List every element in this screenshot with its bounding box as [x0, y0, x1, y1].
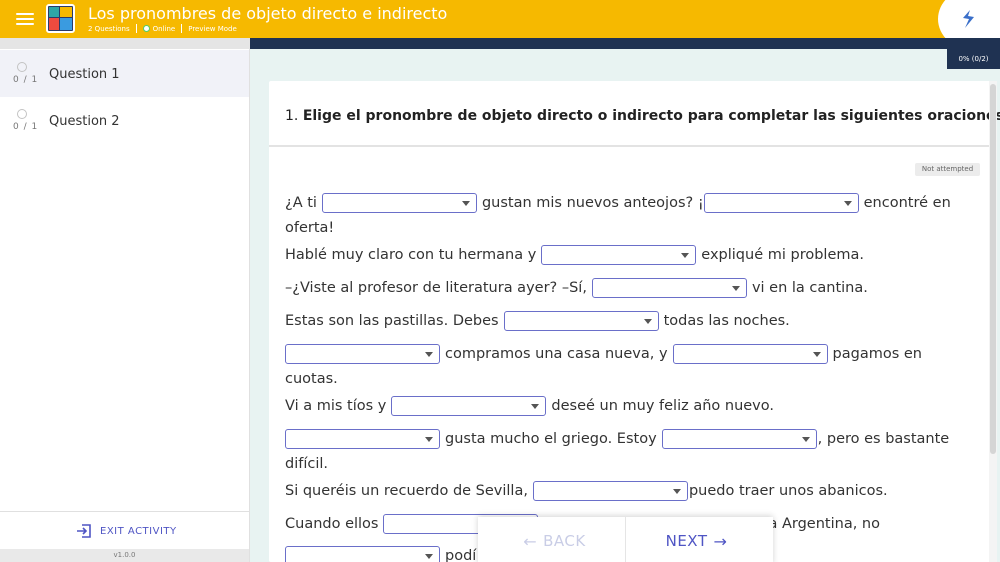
sentence-text: Vi a mis tíos y: [285, 398, 387, 414]
top-header: Los pronombres de objeto directo e indir…: [0, 0, 1000, 50]
sidebar-item-question-2[interactable]: 0 / 1 Question 2: [0, 97, 249, 144]
sentence-text: difícil.: [285, 456, 329, 472]
status-badge: Not attempted: [915, 163, 980, 176]
sentence-text: deseé un muy feliz año nuevo.: [551, 398, 774, 414]
question-score: 0 / 1: [13, 122, 39, 132]
back-button[interactable]: ← BACK: [478, 517, 626, 562]
question-card: 1. Elige el pronombre de objeto directo …: [269, 81, 1000, 562]
back-label: BACK: [543, 532, 586, 550]
status-circle-icon: [17, 62, 27, 72]
answer-dropdown[interactable]: [541, 245, 697, 265]
version-label: v1.0.0: [0, 549, 249, 562]
answer-dropdown[interactable]: [285, 344, 440, 364]
sentence-line: difícil.: [285, 456, 328, 472]
exit-activity-label: EXIT ACTIVITY: [100, 525, 177, 537]
sidebar-strip: [0, 38, 250, 49]
answer-dropdown[interactable]: [285, 429, 440, 449]
online-dot-icon: [142, 25, 150, 32]
sentence-line: podí: [285, 546, 476, 562]
divider: [0, 511, 249, 512]
question-text: Elige el pronombre de objeto directo o i…: [302, 108, 1000, 124]
arrow-right-icon: →: [713, 531, 728, 551]
activity-title: Los pronombres de objeto directo e indir…: [88, 4, 448, 23]
sidebar-item-question-1[interactable]: 0 / 1 Question 1: [0, 50, 249, 97]
answer-dropdown[interactable]: [672, 344, 828, 364]
question-score: 0 / 1: [13, 75, 39, 85]
next-button[interactable]: NEXT →: [626, 517, 773, 562]
sentence-text: oferta!: [285, 220, 335, 236]
sentence-text: Estas son las pastillas. Debes: [285, 313, 499, 329]
progress-indicator: 0% (0/2): [947, 49, 1000, 69]
question-prompt: 1. Elige el pronombre de objeto directo …: [285, 108, 1000, 124]
question-label: Question 1: [49, 67, 120, 82]
sentence-text: ¿A ti: [285, 195, 317, 211]
sentence-line: Si queréis un recuerdo de Sevilla, puedo…: [285, 481, 888, 501]
sentence-text: Cuando ellos: [285, 516, 379, 532]
sentence-line: cuotas.: [285, 371, 338, 387]
answer-dropdown[interactable]: [703, 193, 859, 213]
exit-icon: [77, 524, 91, 538]
answer-dropdown[interactable]: [591, 278, 747, 298]
answer-dropdown[interactable]: [661, 429, 817, 449]
brand-logo-icon: [963, 10, 974, 28]
sentence-text: encontré en: [863, 195, 951, 211]
sentence-line: gusta mucho el griego. Estoy , pero es b…: [285, 429, 949, 449]
answer-dropdown[interactable]: [503, 311, 659, 331]
sentence-text: gusta mucho el griego. Estoy: [445, 431, 657, 447]
question-navigation: ← BACK NEXT →: [478, 517, 773, 562]
answer-dropdown[interactable]: [532, 481, 688, 501]
sentence-text: podí: [445, 548, 477, 562]
sentence-text: compramos una casa nueva, y: [445, 346, 668, 362]
sentence-text: pagamos en: [832, 346, 922, 362]
question-label: Question 2: [49, 114, 120, 129]
sentence-line: compramos una casa nueva, y pagamos en: [285, 344, 922, 364]
scrollbar-thumb[interactable]: [990, 84, 996, 454]
sentence-line: –¿Viste al profesor de literatura ayer? …: [285, 278, 868, 298]
sentence-text: –¿Viste al profesor de literatura ayer? …: [285, 280, 587, 296]
sentence-text: puedo traer unos abanicos.: [688, 483, 888, 499]
sentence-line: ¿A ti gustan mis nuevos anteojos? ¡ enco…: [285, 193, 951, 213]
online-status: Online: [152, 24, 176, 33]
exit-activity-button[interactable]: EXIT ACTIVITY: [76, 522, 177, 540]
sentence-text: expliqué mi problema.: [701, 247, 864, 263]
divider: [269, 145, 997, 147]
menu-icon[interactable]: [14, 10, 36, 28]
sentence-text: Hablé muy claro con tu hermana y: [285, 247, 537, 263]
sentence-text: todas las noches.: [663, 313, 790, 329]
status-circle-icon: [17, 109, 27, 119]
answer-dropdown[interactable]: [391, 396, 547, 416]
sentence-text: , pero es bastante: [817, 431, 950, 447]
sentence-text: a Argentina, no: [768, 516, 880, 532]
sidebar: 0 / 1 Question 1 0 / 1 Question 2 EXIT A…: [0, 49, 250, 562]
sentence-line: Vi a mis tíos y deseé un muy feliz año n…: [285, 396, 774, 416]
activity-meta: 2 Questions Online Preview Mode: [88, 24, 237, 33]
sentence-line: oferta!: [285, 220, 334, 236]
sentence-line: Hablé muy claro con tu hermana y expliqu…: [285, 245, 864, 265]
sentence-text: Si queréis un recuerdo de Sevilla,: [285, 483, 528, 499]
sentence-text: gustan mis nuevos anteojos? ¡: [481, 195, 704, 211]
preview-mode-label: Preview Mode: [188, 24, 237, 33]
divider: [135, 24, 137, 33]
sentence-line: Estas son las pastillas. Debes todas las…: [285, 311, 790, 331]
question-count: 2 Questions: [88, 24, 130, 33]
divider: [181, 24, 183, 33]
app-logo: [46, 4, 75, 33]
answer-dropdown[interactable]: [321, 193, 477, 213]
arrow-left-icon: ←: [523, 531, 538, 551]
question-number: 1.: [285, 108, 299, 124]
next-label: NEXT: [665, 532, 708, 550]
answer-dropdown[interactable]: [285, 546, 440, 562]
sentence-text: cuotas.: [285, 371, 338, 387]
sentence-text: vi en la cantina.: [751, 280, 868, 296]
